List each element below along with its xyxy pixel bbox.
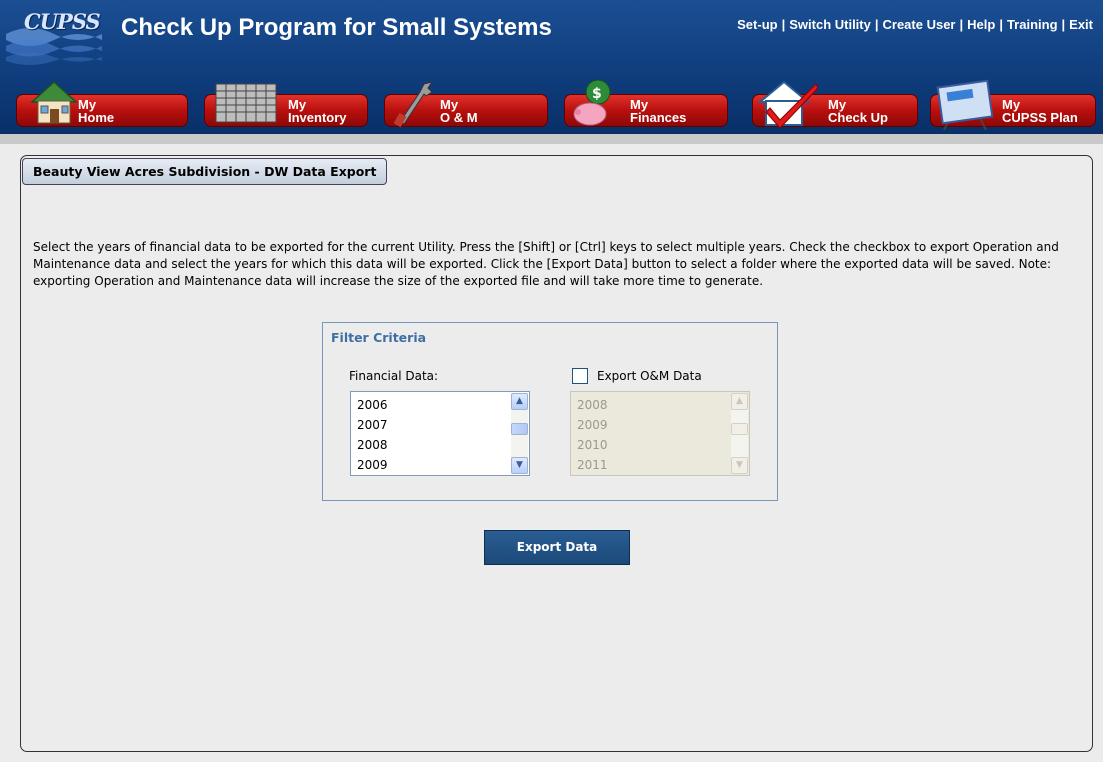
list-item: 2008 (577, 398, 608, 412)
link-separator: | (999, 17, 1003, 32)
filter-criteria-title: Filter Criteria (331, 330, 427, 345)
panel-tab-title: Beauty View Acres Subdivision - DW Data … (22, 158, 388, 185)
financial-data-label: Financial Data: (349, 369, 439, 383)
list-item[interactable]: 2008 (357, 435, 388, 455)
pipes-stack-icon (215, 83, 277, 123)
list-item[interactable]: 2009 (357, 455, 388, 475)
nav-my-inventory[interactable]: My Inventory (204, 83, 368, 127)
scroll-down-icon[interactable]: ▼ (511, 457, 528, 474)
nav-finances-label-2: Finances (630, 110, 687, 125)
svg-text:$: $ (592, 86, 602, 102)
top-links: Set-up | Switch Utility | Create User | Help | T… (737, 17, 1093, 32)
header-divider (0, 134, 1103, 144)
list-item[interactable]: 2006 (357, 395, 388, 415)
scroll-down-icon: ▼ (731, 457, 748, 474)
nav-om-label-2: O & M (440, 110, 478, 125)
app-header: CUPSS Check Up Program for Small Systems… (0, 0, 1103, 134)
nav-my-check-up[interactable]: My Check Up (752, 80, 918, 128)
plan-easel-icon (936, 79, 994, 130)
setup-link[interactable]: Set-up (737, 17, 777, 32)
training-link[interactable]: Training (1007, 17, 1058, 32)
logo-text: CUPSS (24, 9, 101, 34)
link-separator: | (1061, 17, 1066, 32)
om-years-listbox: 2008 2009 2010 2011 ▲ ▼ (570, 391, 750, 476)
checkmark-house-icon (757, 80, 819, 128)
app-title: Check Up Program for Small Systems (121, 14, 552, 41)
piggy-bank-icon: $ (573, 79, 611, 126)
link-separator: | (874, 17, 879, 32)
export-data-button[interactable]: Export Data (484, 530, 630, 565)
scroll-up-icon: ▲ (731, 393, 748, 410)
nav-my-home[interactable]: My Home (16, 80, 188, 127)
link-separator: | (959, 17, 964, 32)
scroll-thumb[interactable] (511, 423, 528, 435)
nav-inventory-label-2: Inventory (288, 110, 347, 125)
financial-years-listbox[interactable]: 2006 2007 2008 2009 ▲ ▼ (350, 391, 530, 476)
cupss-logo[interactable]: CUPSS (6, 4, 102, 66)
nav-my-cupss-plan[interactable]: My CUPSS Plan (930, 79, 1096, 130)
exit-link[interactable]: Exit (1069, 17, 1093, 32)
nav-home-label-2: Home (78, 110, 115, 125)
instructions-text: Select the years of financial data to be… (33, 240, 1059, 288)
scroll-up-icon[interactable]: ▲ (511, 393, 528, 410)
list-item: 2011 (577, 458, 608, 472)
help-link[interactable]: Help (967, 17, 995, 32)
nav-my-finances[interactable]: $ My Finances (564, 79, 728, 127)
listbox-scrollbar[interactable]: ▲ ▼ (511, 393, 528, 474)
nav-plan-label-2: CUPSS Plan (1002, 110, 1078, 125)
nav-my-om[interactable]: My O & M (384, 81, 548, 128)
house-icon (30, 80, 78, 124)
nav-checkup-label-2: Check Up (828, 110, 888, 125)
link-separator: | (781, 17, 786, 32)
switch-utility-link[interactable]: Switch Utility (789, 17, 871, 32)
export-om-label[interactable]: Export O&M Data (597, 369, 702, 383)
list-item[interactable]: 2007 (357, 415, 388, 435)
listbox-scrollbar: ▲ ▼ (731, 393, 748, 474)
list-item: 2009 (577, 418, 608, 432)
export-om-checkbox[interactable] (572, 368, 588, 384)
list-item: 2010 (577, 438, 608, 452)
create-user-link[interactable]: Create User (883, 17, 956, 32)
scroll-thumb (731, 423, 748, 435)
wrench-icon (393, 81, 434, 128)
